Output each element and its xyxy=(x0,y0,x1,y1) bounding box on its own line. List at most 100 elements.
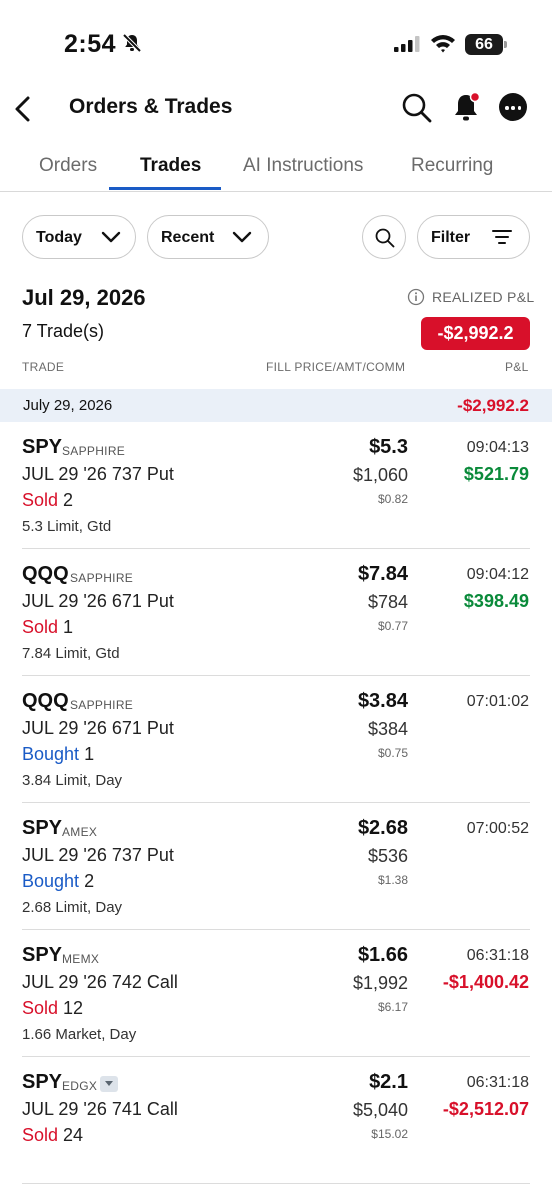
info-icon[interactable] xyxy=(407,288,425,306)
battery-nub xyxy=(504,41,507,48)
trade-time: 07:01:02 xyxy=(466,693,529,710)
trade-fill-price: $2.1 xyxy=(369,1071,408,1093)
trade-pl: -$2,512.07 xyxy=(442,1099,529,1119)
trade-order-type: 3.84 Limit, Day xyxy=(22,772,123,789)
notification-bell-icon[interactable] xyxy=(451,90,483,124)
trade-quantity: 1 xyxy=(84,744,95,764)
chevron-down-icon xyxy=(232,231,252,243)
trade-exchange: AMEX xyxy=(62,825,98,839)
column-header-fill: FILL PRICE/AMT/COMM xyxy=(266,360,406,374)
trade-amount: $784 xyxy=(367,592,408,612)
trade-commission: $6.17 xyxy=(377,1000,408,1014)
sort-dropdown-label: Recent xyxy=(161,229,215,246)
trade-commission: $0.82 xyxy=(377,492,408,506)
trade-row[interactable]: SPY EDGX JUL 29 '26 741 Call Sold 24 $2.1 $5,… xyxy=(0,1057,552,1184)
trade-time: 09:04:12 xyxy=(466,566,529,583)
trade-amount: $1,060 xyxy=(352,465,408,485)
trade-fill-price: $3.84 xyxy=(357,690,408,712)
trade-exchange: SAPPHIRE xyxy=(62,444,126,458)
trade-action: Sold 24 xyxy=(22,1125,83,1146)
tab-trades[interactable]: Trades xyxy=(140,155,201,177)
column-header-trade: TRADE xyxy=(22,360,65,374)
status-bar: 2:54 66 xyxy=(0,0,552,80)
trade-side: Bought xyxy=(22,871,80,891)
trade-order-type: 2.68 Limit, Day xyxy=(22,899,123,916)
trade-amount: $536 xyxy=(367,846,408,866)
trade-pl: -$1,400.42 xyxy=(442,972,529,992)
trade-row[interactable]: SPY AMEX JUL 29 '26 737 Put Bought 2 2.68 Li… xyxy=(0,803,552,930)
trade-symbol: QQQ xyxy=(22,563,69,585)
trade-quantity: 2 xyxy=(63,490,74,510)
back-arrow-icon[interactable] xyxy=(10,92,40,126)
trade-side: Sold xyxy=(22,617,59,637)
trade-count: 7 Trade(s) xyxy=(22,321,105,341)
trade-action: Bought 2 xyxy=(22,871,94,892)
active-tab-indicator xyxy=(109,187,221,190)
tab-orders[interactable]: Orders xyxy=(39,155,97,177)
trade-time: 06:31:18 xyxy=(466,1074,529,1091)
trade-symbol: QQQ xyxy=(22,690,69,712)
trade-row[interactable]: QQQ SAPPHIRE JUL 29 '26 671 Put Sold 1 7.84 … xyxy=(0,549,552,676)
trade-order-type: 1.66 Market, Day xyxy=(22,1026,137,1043)
trade-commission: $0.75 xyxy=(377,746,408,760)
trade-side: Sold xyxy=(22,1125,59,1145)
row-divider xyxy=(22,1183,530,1184)
sort-dropdown[interactable]: Recent xyxy=(147,215,269,259)
trade-quantity: 24 xyxy=(63,1125,84,1145)
trade-symbol: SPY xyxy=(22,944,63,966)
trade-symbol: SPY xyxy=(22,1071,63,1093)
trade-contract: JUL 29 '26 737 Put xyxy=(22,464,174,484)
tab-recurring[interactable]: Recurring xyxy=(411,155,493,177)
trade-exchange: SAPPHIRE xyxy=(70,698,134,712)
trade-side: Sold xyxy=(22,490,59,510)
trade-fill-price: $7.84 xyxy=(357,563,408,585)
trade-contract: JUL 29 '26 737 Put xyxy=(22,845,174,865)
exchange-dropdown-icon[interactable] xyxy=(100,1076,118,1092)
trade-commission: $0.77 xyxy=(377,619,408,633)
status-time: 2:54 xyxy=(64,30,117,58)
column-header-pl: P&L xyxy=(505,360,529,374)
trade-row[interactable]: SPY SAPPHIRE JUL 29 '26 737 Put Sold 2 5.3 L… xyxy=(0,422,552,549)
page-title: Orders & Trades xyxy=(69,95,233,118)
trade-order-type: 7.84 Limit, Gtd xyxy=(22,645,120,662)
trade-quantity: 2 xyxy=(84,871,95,891)
trade-amount: $5,040 xyxy=(352,1100,408,1120)
more-options-icon[interactable] xyxy=(499,93,527,121)
trade-exchange: SAPPHIRE xyxy=(70,571,134,585)
trade-order-type: 5.3 Limit, Gtd xyxy=(22,518,112,535)
filter-button-label: Filter xyxy=(431,229,471,246)
filter-lines-icon xyxy=(492,230,512,244)
search-trades-button[interactable] xyxy=(362,215,406,259)
bell-slash-icon xyxy=(122,33,142,53)
trade-commission: $1.38 xyxy=(377,873,408,887)
trade-fill-price: $5.3 xyxy=(369,436,408,458)
battery-indicator: 66 xyxy=(465,34,503,55)
trade-exchange: EDGX xyxy=(62,1079,98,1093)
period-dropdown[interactable]: Today xyxy=(22,215,136,259)
trade-exchange: MEMX xyxy=(62,952,100,966)
group-pl: -$2,992.2 xyxy=(457,396,529,415)
trade-quantity: 1 xyxy=(63,617,74,637)
search-icon xyxy=(375,228,395,248)
trade-contract: JUL 29 '26 671 Put xyxy=(22,591,174,611)
trade-quantity: 12 xyxy=(63,998,84,1018)
search-icon[interactable] xyxy=(401,92,433,124)
trade-pl: $521.79 xyxy=(463,464,529,484)
trade-time: 06:31:18 xyxy=(466,947,529,964)
chevron-down-icon xyxy=(101,231,121,243)
trade-contract: JUL 29 '26 671 Put xyxy=(22,718,174,738)
trade-row[interactable]: QQQ SAPPHIRE JUL 29 '26 671 Put Bought 1 3.8… xyxy=(0,676,552,803)
trade-action: Sold 1 xyxy=(22,617,73,638)
realized-pl-label: REALIZED P&L xyxy=(432,289,535,305)
trade-action: Sold 2 xyxy=(22,490,73,511)
trade-fill-price: $1.66 xyxy=(357,944,408,966)
app-header: Orders & Trades xyxy=(0,80,552,138)
tab-ai-instructions[interactable]: AI Instructions xyxy=(243,155,363,177)
period-dropdown-label: Today xyxy=(36,229,82,246)
filter-button[interactable]: Filter xyxy=(417,215,530,259)
trade-row[interactable]: SPY MEMX JUL 29 '26 742 Call Sold 12 1.66 Ma… xyxy=(0,930,552,1057)
date-group-header: July 29, 2026 -$2,992.2 xyxy=(0,389,552,422)
trade-time: 07:00:52 xyxy=(466,820,529,837)
trade-action: Bought 1 xyxy=(22,744,94,765)
wifi-icon xyxy=(431,35,455,53)
